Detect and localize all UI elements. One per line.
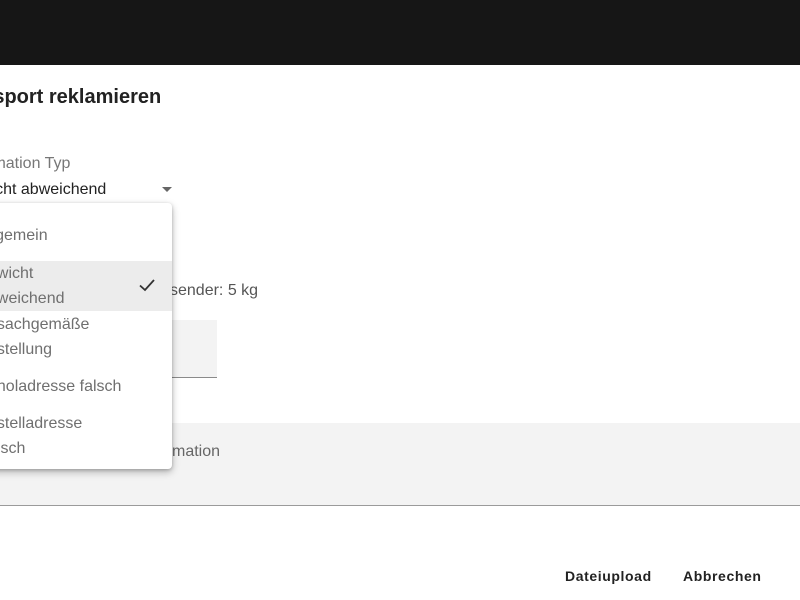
menu-item-gewicht-abweichend[interactable]: ewicht bweichend [0,261,172,311]
information-panel-label: mation [172,443,221,460]
claim-type-dropdown-menu: llgemein ewicht bweichend nsachgemäße us… [0,203,172,469]
check-icon [139,279,155,292]
menu-item-label-line2: bweichend [0,290,65,307]
sender-weight-text: sender: 5 kg [170,282,259,299]
menu-item-unsachgemaesse-zustellung[interactable]: nsachgemäße ustellung [0,312,172,362]
file-upload-button[interactable]: Dateiupload [565,568,652,584]
dropdown-caret-icon[interactable] [162,187,172,192]
menu-item-label: bholadresse falsch [0,378,122,395]
claim-type-select[interactable]: wicht abweichend [0,181,106,199]
menu-item-label-line2: ustellung [0,341,53,358]
app-top-bar [0,0,800,65]
menu-item-zustelladresse-falsch[interactable]: ustelladresse alsch [0,411,172,461]
menu-item-label-line2: alsch [0,440,26,457]
menu-item-label: ewicht [0,265,34,282]
dialog-title: ansport reklamieren [0,86,162,108]
menu-item-abholadresse-falsch[interactable]: bholadresse falsch [0,363,172,411]
menu-item-label: nsachgemäße [0,316,90,333]
menu-item-label: ustelladresse [0,415,83,432]
claim-type-label: klamation Typ [0,155,71,172]
menu-item-allgemein[interactable]: llgemein [0,212,172,260]
cancel-button[interactable]: Abbrechen [683,568,762,584]
menu-item-label: llgemein [0,227,48,244]
